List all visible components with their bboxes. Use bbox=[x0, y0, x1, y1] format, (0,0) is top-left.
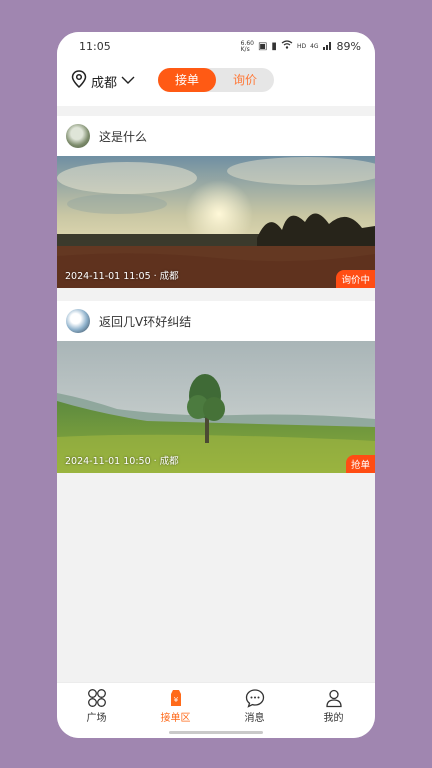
avatar[interactable] bbox=[66, 309, 90, 333]
signal-label: 4G bbox=[310, 43, 319, 50]
tab-square[interactable]: 广场 bbox=[57, 687, 136, 724]
tab-messages[interactable]: 消息 bbox=[215, 687, 294, 724]
message-icon bbox=[215, 687, 294, 709]
tab-label: 接单区 bbox=[160, 713, 191, 724]
status-icons: 6.60 K/s ▣ ▮ HD 4G 89% bbox=[241, 40, 361, 53]
tab-profile[interactable]: 我的 bbox=[294, 687, 373, 724]
location-label: 成都 bbox=[91, 75, 118, 91]
status-time: 11:05 bbox=[79, 40, 111, 53]
message-status-icon: ▣ bbox=[257, 41, 268, 52]
profile-icon bbox=[294, 687, 373, 709]
mode-tabs: 接单 询价 bbox=[158, 68, 274, 92]
grid-icon bbox=[57, 687, 136, 709]
post-meta: 2024-11-01 10:50 · 成都 bbox=[65, 456, 179, 467]
battery-percent: 89% bbox=[336, 40, 361, 53]
tab-label: 广场 bbox=[86, 713, 107, 724]
tab-label: 消息 bbox=[244, 713, 265, 724]
avatar[interactable] bbox=[66, 124, 90, 148]
status-badge[interactable]: 询价中 bbox=[336, 270, 375, 288]
network-speed: 6.60 K/s bbox=[240, 39, 254, 53]
bottom-tab-bar: 广场 ¥ 接单区 消息 我的 bbox=[57, 682, 375, 738]
post-meta: 2024-11-01 11:05 · 成都 bbox=[65, 271, 179, 282]
grab-order-badge[interactable]: 抢单 bbox=[345, 455, 375, 473]
post-title: 这是什么 bbox=[99, 130, 148, 144]
post-card[interactable]: 这是什么 2024-11-01 11:05 · 成都 询价中 bbox=[57, 116, 375, 288]
wifi-icon bbox=[281, 40, 293, 53]
svg-text:¥: ¥ bbox=[173, 696, 178, 704]
post-header: 这是什么 bbox=[57, 116, 375, 156]
signal-icon bbox=[322, 40, 333, 53]
chevron-down-icon bbox=[121, 74, 135, 89]
battery-saver-icon: ▮ bbox=[271, 41, 277, 52]
location-pin-icon bbox=[71, 70, 87, 92]
top-header: 成都 接单 询价 bbox=[57, 62, 375, 106]
post-image[interactable]: 2024-11-01 10:50 · 成都 抢单 bbox=[57, 341, 375, 473]
home-indicator[interactable] bbox=[169, 731, 263, 734]
tab-label: 我的 bbox=[323, 713, 344, 724]
tab-accept-orders[interactable]: 接单 bbox=[158, 68, 216, 92]
phone-screen: 11:05 6.60 K/s ▣ ▮ HD 4G 89% 成都 接单 询价 这是… bbox=[57, 32, 375, 738]
post-image[interactable]: 2024-11-01 11:05 · 成都 询价中 bbox=[57, 156, 375, 288]
post-title: 返回几V环好纠结 bbox=[99, 315, 192, 329]
status-bar: 11:05 6.60 K/s ▣ ▮ HD 4G 89% bbox=[57, 32, 375, 62]
location-selector[interactable]: 成都 bbox=[71, 70, 135, 92]
hd-label: HD bbox=[296, 43, 307, 50]
post-header: 返回几V环好纠结 bbox=[57, 301, 375, 341]
order-icon: ¥ bbox=[136, 687, 215, 709]
tab-inquiry[interactable]: 询价 bbox=[216, 68, 274, 92]
tab-order-zone[interactable]: ¥ 接单区 bbox=[136, 687, 215, 724]
post-card[interactable]: 返回几V环好纠结 2024-11-01 10:50 · 成都 抢单 bbox=[57, 301, 375, 473]
